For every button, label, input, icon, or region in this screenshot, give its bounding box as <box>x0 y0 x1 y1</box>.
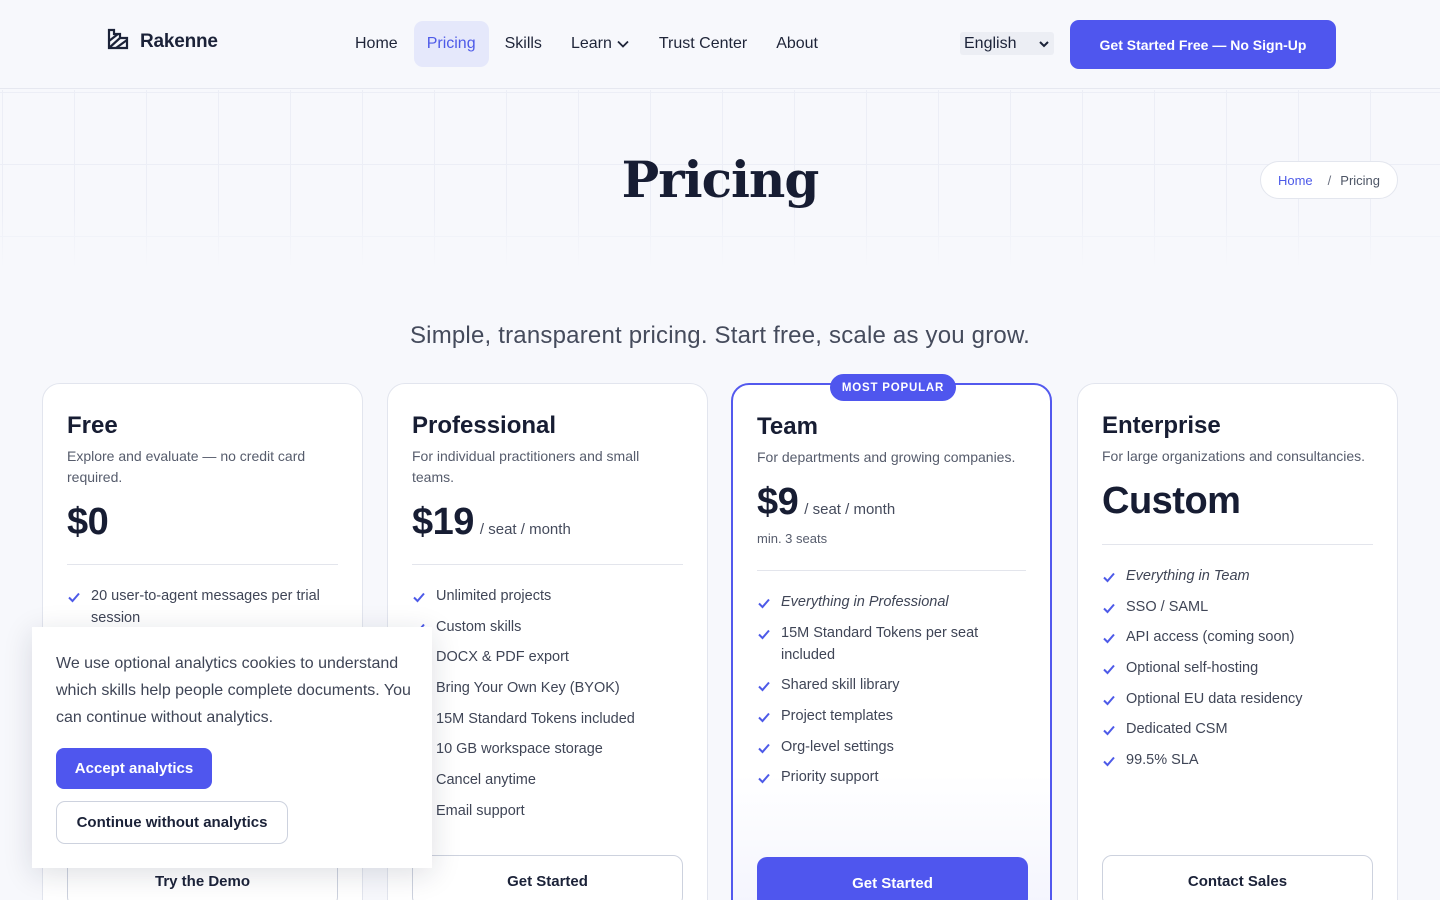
check-icon <box>412 589 426 611</box>
check-icon <box>1102 600 1116 622</box>
divider <box>1102 544 1373 545</box>
feature-item: 10 GB workspace storage <box>412 738 683 760</box>
plan-description: For large organizations and consultancie… <box>1102 448 1366 464</box>
brand-name: Rakenne <box>140 30 218 52</box>
plan-price: Custom <box>1102 480 1241 523</box>
feature-item: 15M Standard Tokens per seat included <box>757 622 1026 666</box>
get-started-team-button[interactable]: Get Started <box>757 857 1028 900</box>
feature-item: Bring Your Own Key (BYOK) <box>412 677 683 699</box>
price-amount: $9 <box>757 481 799 523</box>
check-icon <box>757 626 771 648</box>
most-popular-badge: MOST POPULAR <box>830 374 956 401</box>
nav-learn-label: Learn <box>570 35 612 52</box>
check-icon <box>67 589 81 611</box>
feature-item: Cancel anytime <box>412 769 683 791</box>
divider <box>67 564 338 565</box>
feature-item: 20 user-to-agent messages per trial sess… <box>67 585 338 629</box>
feature-item: Email support <box>412 800 683 822</box>
brand-logo[interactable]: Rakenne <box>106 27 218 56</box>
feature-item: Shared skill library <box>757 674 1026 696</box>
cookie-consent-banner: We use optional analytics cookies to und… <box>32 627 432 868</box>
chevron-down-icon <box>1038 37 1050 55</box>
plan-description: For departments and growing companies. <box>757 449 1016 465</box>
check-icon <box>1102 630 1116 652</box>
accept-analytics-button[interactable]: Accept analytics <box>56 748 212 789</box>
feature-item: Priority support <box>757 766 1026 788</box>
plan-name: Free <box>67 412 118 439</box>
nav-trust-center[interactable]: Trust Center <box>646 21 760 67</box>
get-started-free-button[interactable]: Get Started Free — No Sign-Up <box>1070 20 1336 69</box>
feature-item: SSO / SAML <box>1102 596 1373 618</box>
plan-card-enterprise: Enterprise For large organizations and c… <box>1077 383 1398 900</box>
page-title: Pricing <box>621 150 820 209</box>
continue-without-analytics-button[interactable]: Continue without analytics <box>56 801 288 844</box>
feature-item: Org-level settings <box>757 736 1026 758</box>
nav-about[interactable]: About <box>763 21 831 67</box>
plan-name: Enterprise <box>1102 412 1221 439</box>
plan-description: Explore and evaluate — no credit card re… <box>67 448 306 485</box>
check-icon <box>1102 753 1116 775</box>
price-amount: $0 <box>67 501 109 543</box>
price-note: min. 3 seats <box>757 531 828 546</box>
plan-card-professional: Professional For individual practitioner… <box>387 383 708 900</box>
price-period: / seat / month <box>479 521 571 538</box>
chevron-down-icon <box>616 37 630 51</box>
contact-sales-button[interactable]: Contact Sales <box>1102 855 1373 900</box>
feature-item: Unlimited projects <box>412 585 683 607</box>
divider <box>412 564 683 565</box>
feature-item: 99.5% SLA <box>1102 749 1373 771</box>
breadcrumb: Home / Pricing <box>1260 161 1398 199</box>
feature-list: Everything in Professional 15M Standard … <box>757 591 1026 797</box>
feature-item: Custom skills <box>412 616 683 638</box>
divider <box>757 570 1026 571</box>
feature-item: Optional self-hosting <box>1102 657 1373 679</box>
hero-banner: Pricing Home / Pricing <box>0 90 1440 268</box>
feature-item: Everything in Team <box>1102 565 1373 587</box>
plan-price: $9 / seat / month <box>757 481 895 524</box>
nav-learn[interactable]: Learn <box>558 21 643 67</box>
feature-item: 15M Standard Tokens included <box>412 708 683 730</box>
feature-item: API access (coming soon) <box>1102 626 1373 648</box>
check-icon <box>757 770 771 792</box>
price-amount: Custom <box>1102 480 1241 522</box>
check-icon <box>1102 661 1116 683</box>
check-icon <box>1102 722 1116 744</box>
nav-skills[interactable]: Skills <box>492 21 555 67</box>
nav-home[interactable]: Home <box>342 21 411 67</box>
check-icon <box>757 595 771 617</box>
logo-icon <box>106 27 130 56</box>
cookie-message: We use optional analytics cookies to und… <box>56 655 411 726</box>
check-icon <box>757 740 771 762</box>
site-header: Rakenne Home Pricing Skills Learn Trust … <box>0 0 1440 89</box>
check-icon <box>1102 692 1116 714</box>
feature-item: Optional EU data residency <box>1102 688 1373 710</box>
language-value: English <box>964 34 1017 52</box>
breadcrumb-separator: / <box>1327 172 1332 188</box>
nav-pricing[interactable]: Pricing <box>413 21 489 67</box>
plan-card-team: MOST POPULAR Team For departments and gr… <box>731 374 1052 900</box>
plan-price: $0 <box>67 501 109 544</box>
check-icon <box>757 709 771 731</box>
check-icon <box>757 678 771 700</box>
price-amount: $19 <box>412 501 474 543</box>
price-period: / seat / month <box>804 501 896 518</box>
get-started-professional-button[interactable]: Get Started <box>412 855 683 900</box>
feature-list: Unlimited projects Custom skills DOCX & … <box>412 585 683 831</box>
feature-item: Everything in Professional <box>757 591 1026 613</box>
breadcrumb-current: Pricing <box>1340 172 1381 188</box>
feature-item: DOCX & PDF export <box>412 646 683 668</box>
language-select[interactable]: English <box>960 32 1054 55</box>
feature-list: Everything in Team SSO / SAML API access… <box>1102 565 1373 780</box>
main-nav: Home Pricing Skills Learn Trust Center A… <box>342 21 834 67</box>
feature-item: Dedicated CSM <box>1102 718 1373 740</box>
pricing-subtitle: Simple, transparent pricing. Start free,… <box>409 322 1031 349</box>
breadcrumb-home[interactable]: Home <box>1278 173 1313 188</box>
check-icon <box>1102 569 1116 591</box>
feature-item: Project templates <box>757 705 1026 727</box>
plan-name: Professional <box>412 412 557 439</box>
plan-description: For individual practitioners and small t… <box>412 448 640 485</box>
plan-name: Team <box>757 413 818 440</box>
plan-price: $19 / seat / month <box>412 501 571 544</box>
